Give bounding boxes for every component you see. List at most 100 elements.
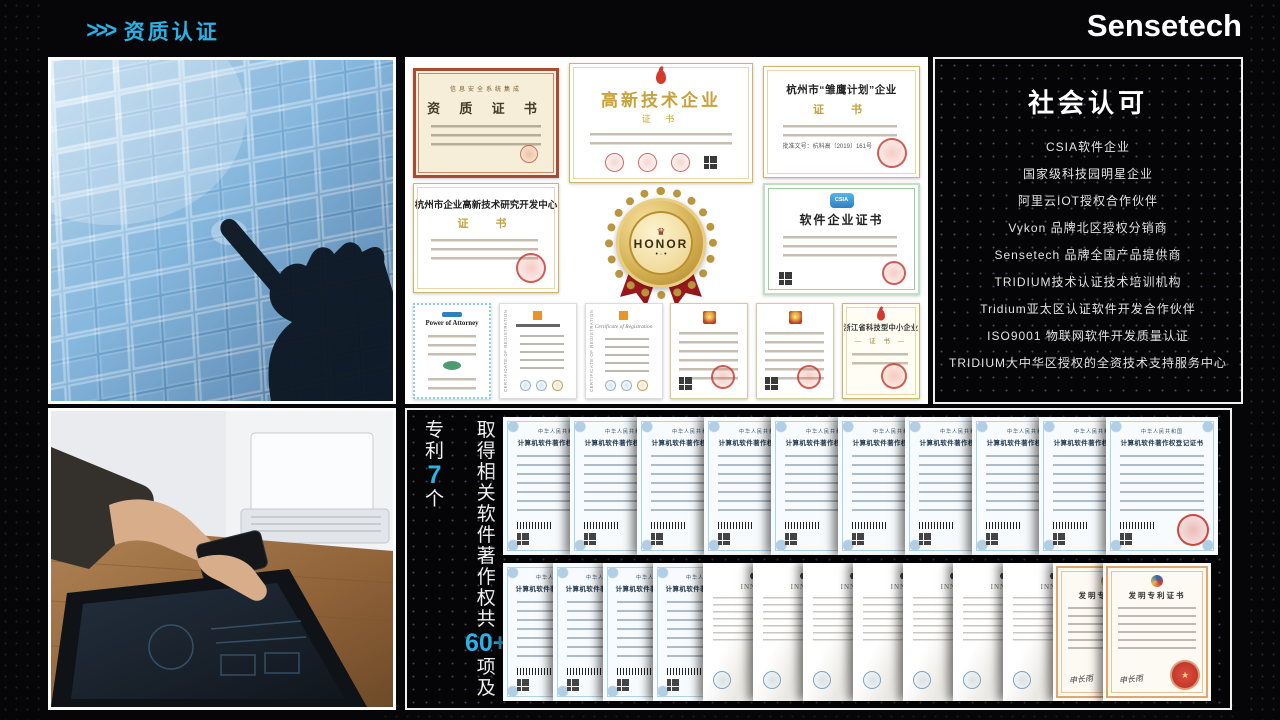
- red-seal: [605, 153, 624, 172]
- cert-title: 杭州市企业高新技术研究开发中心: [414, 197, 558, 211]
- dot-pattern-left: [0, 0, 46, 720]
- blue-round-seal: [763, 671, 781, 689]
- cert-subtitle: 证 书: [414, 215, 558, 231]
- qr-code: [584, 533, 596, 545]
- flame-icon: [656, 70, 666, 84]
- social-recognition-panel: 社会认可 CSIA软件企业 国家级科技园明星企业 阿里云IOT授权合作伙伴 Vy…: [933, 57, 1243, 404]
- accreditation-logo: [637, 380, 648, 391]
- green-oval-stamp: [443, 361, 461, 370]
- barcode: [517, 522, 553, 529]
- honor-medal-area: ♛ HONOR • · •: [569, 183, 753, 303]
- accreditation-logo: [520, 380, 531, 391]
- vertical-text-column-patents: 专利 7 个: [425, 420, 444, 510]
- qr-code: [1053, 533, 1065, 545]
- qr-code: [785, 533, 797, 545]
- accreditation-logos: [520, 380, 563, 391]
- accreditation-logos: [605, 380, 648, 391]
- vertical-side-text: CERTIFICATE OF REGISTRATION: [503, 310, 511, 392]
- accreditation-logo: [605, 380, 616, 391]
- cert-zhejiang-sme: 浙江省科技型中小企业 — 证 书 —: [842, 303, 920, 399]
- csia-logo: CSIA: [830, 193, 854, 208]
- qr-code: [679, 377, 692, 390]
- registrar-logo: [533, 311, 542, 320]
- cert-text-lines: [783, 236, 896, 257]
- patent-count: 7: [428, 462, 442, 489]
- red-seal: [671, 153, 690, 172]
- vertical-text-column-copyrights: 取得相关软件著作权共 60+ 项及: [465, 420, 507, 699]
- blue-round-seal: [913, 671, 931, 689]
- cert-security-integration: 信息安全系统集成 资 质 证 书: [413, 68, 559, 178]
- red-seal: [881, 363, 907, 389]
- signature: 申长雨: [1118, 673, 1143, 686]
- photo-hand-touchscreen-wall-graphic: [51, 60, 393, 401]
- medal-coin: ♛ HONOR • · •: [616, 198, 706, 288]
- cert-subtitle: 证 书: [570, 112, 752, 125]
- cert-business-license: ★: [670, 303, 748, 399]
- red-seal: [882, 261, 906, 285]
- social-recognition-item: TRIDIUM大中华区授权的全资技术支持服务中心: [935, 350, 1241, 377]
- blue-round-seal: [863, 671, 881, 689]
- red-seal: [520, 145, 538, 163]
- social-panel-title: 社会认可: [935, 83, 1241, 120]
- cert-eaglet-plan-enterprise: 杭州市“雏鹰计划”企业 证 书 批准文号：杭科高〔2019〕161号: [763, 66, 920, 178]
- barcode: [584, 522, 620, 529]
- qr-code: [651, 533, 663, 545]
- cert-iso-registration: CERTIFICATE OF REGISTRATION: [499, 303, 577, 399]
- certificate-thumbnail: 中华人民共和国 计算机软件著作权登记证书 INNOVA 发明专利证书: [1106, 417, 1218, 555]
- social-recognition-item: CSIA软件企业: [935, 134, 1241, 161]
- qr-code: [517, 533, 529, 545]
- barcode: [1120, 522, 1156, 529]
- barcode: [852, 522, 888, 529]
- cert-text-lines: [428, 378, 475, 390]
- cert-text-lines: [520, 335, 564, 374]
- cert-title: 资 质 证 书: [416, 98, 556, 117]
- page-title: 资质认证: [124, 16, 220, 46]
- barcode: [651, 522, 687, 529]
- qr-code: [1120, 533, 1132, 545]
- national-emblem-icon: ★: [789, 311, 802, 324]
- qr-code: [667, 679, 679, 691]
- cert-text-lines: [852, 353, 908, 365]
- cert-text-lines: [605, 338, 649, 377]
- cert-registration-english: CERTIFICATE OF REGISTRATION Certificate …: [585, 303, 663, 399]
- cert-text-lines: [590, 133, 732, 145]
- patents-copyright-vertical-text: 取得相关软件著作权共 60+ 项及 专利 7 个: [407, 420, 503, 706]
- cert-high-tech-enterprise: 高新技术企业 证 书: [569, 63, 753, 183]
- cert-footer: [779, 261, 906, 285]
- red-seal: [638, 153, 657, 172]
- presentation-slide: >>> 资质认证 Sensetech: [0, 0, 1280, 720]
- cert-text-lines: [1120, 455, 1204, 515]
- barcode: [617, 668, 653, 675]
- qr-code: [765, 377, 778, 390]
- certificate-thumbnail: 中华人民共和国 计算机软件著作权登记证书 INNOVA 发明专利证书: [1103, 563, 1211, 701]
- honor-medal: ♛ HONOR • · •: [603, 185, 719, 301]
- barcode: [718, 522, 754, 529]
- tridium-logo: [442, 312, 462, 317]
- cert-power-of-attorney: Power of Attorney: [413, 303, 491, 399]
- qr-code: [517, 679, 529, 691]
- social-recognition-item: Vykon 品牌北区授权分销商: [935, 215, 1241, 242]
- national-emblem-seal: ★: [1170, 660, 1200, 690]
- cert-title: 浙江省科技型中小企业: [843, 323, 919, 333]
- sensetech-logo: Sensetech: [1087, 8, 1242, 44]
- cert-text-lines: [431, 125, 540, 146]
- medal-band: ♛ HONOR • · •: [629, 211, 693, 275]
- certificates-row-3: Power of Attorney CERTIFICATE OF REGISTR…: [413, 303, 920, 399]
- chevrons-icon: >>>: [86, 17, 114, 45]
- cert-software-enterprise: CSIA 软件企业证书: [763, 183, 920, 295]
- medal-dots: • · •: [655, 251, 666, 258]
- blue-round-seal: [963, 671, 981, 689]
- red-seal: [711, 365, 735, 389]
- cert-title: Power of Attorney: [415, 320, 489, 327]
- dot-pattern-right: [1246, 0, 1280, 720]
- red-seal: [516, 253, 546, 283]
- qr-code: [986, 533, 998, 545]
- social-recognition-item: Sensetech 品牌全国产品提供商: [935, 242, 1241, 269]
- qr-code: [567, 679, 579, 691]
- national-emblem-icon: ★: [703, 311, 716, 324]
- qr-code: [704, 156, 717, 169]
- cert-rnd-center: 杭州市企业高新技术研究开发中心 证 书: [413, 183, 559, 293]
- certificates-row-2: 杭州市企业高新技术研究开发中心 证 书 ♛ HONOR • · •: [413, 183, 920, 303]
- cert-subtitle: — 证 书 —: [843, 335, 919, 345]
- qr-code: [852, 533, 864, 545]
